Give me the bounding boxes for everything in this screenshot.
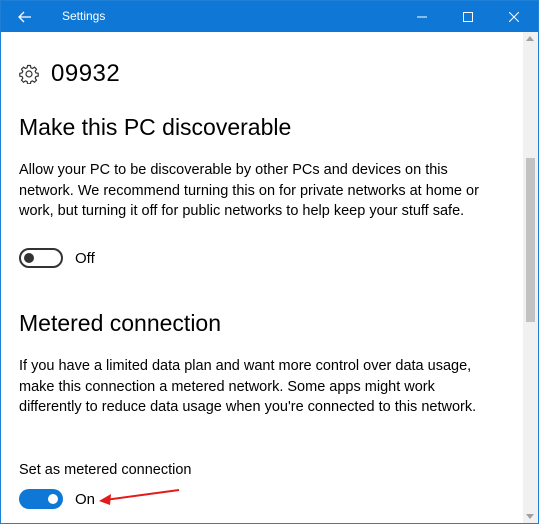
- discoverable-description: Allow your PC to be discoverable by othe…: [19, 162, 479, 219]
- page-title: 09932: [51, 60, 121, 87]
- metered-setting-label: Set as metered connection: [19, 462, 192, 478]
- scroll-down-icon[interactable]: [526, 514, 534, 519]
- back-button[interactable]: [1, 1, 49, 32]
- red-arrow-icon: [99, 489, 180, 505]
- scrollbar-thumb[interactable]: [526, 158, 535, 322]
- discoverable-toggle[interactable]: [19, 248, 63, 268]
- maximize-icon: [463, 11, 473, 22]
- gear-icon: [19, 64, 39, 84]
- settings-window: Settings 09932 Make this PC discoverable…: [0, 0, 539, 524]
- metered-toggle-state: On: [75, 490, 96, 508]
- discoverable-toggle-state: Off: [75, 249, 95, 267]
- discoverable-heading: Make this PC discoverable: [19, 114, 292, 140]
- minimize-button[interactable]: [399, 1, 445, 32]
- toggle-knob: [24, 253, 34, 263]
- window-title: Settings: [62, 9, 106, 23]
- metered-heading: Metered connection: [19, 310, 222, 336]
- settings-content: 09932 Make this PC discoverable Allow yo…: [1, 32, 523, 523]
- close-icon: [509, 11, 519, 22]
- vertical-scrollbar[interactable]: [523, 32, 538, 523]
- discoverable-toggle-row: Off: [19, 248, 95, 268]
- minimize-icon: [417, 16, 427, 17]
- toggle-knob: [48, 494, 58, 504]
- back-arrow-icon: [18, 11, 31, 22]
- metered-toggle[interactable]: [19, 489, 63, 509]
- page-header: 09932: [19, 60, 120, 88]
- close-button[interactable]: [491, 1, 537, 32]
- scroll-up-icon[interactable]: [526, 36, 534, 41]
- title-bar: Settings: [1, 1, 538, 32]
- metered-description: If you have a limited data plan and want…: [19, 358, 477, 415]
- maximize-button[interactable]: [445, 1, 491, 32]
- metered-toggle-row: On: [19, 489, 95, 509]
